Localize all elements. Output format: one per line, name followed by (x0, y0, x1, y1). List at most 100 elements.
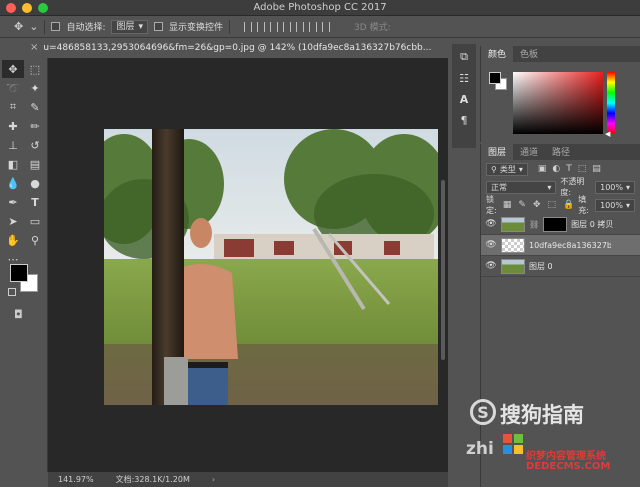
lock-pixels-icon[interactable]: ✎ (518, 200, 526, 210)
blur-tool-icon[interactable]: 💧 (2, 174, 24, 192)
foreground-color-swatch[interactable] (10, 264, 28, 282)
history-brush-tool-icon[interactable]: ↺ (24, 136, 46, 154)
layer-row[interactable]: 👁 ⛓ 图层 0 拷贝 (481, 214, 640, 235)
document-canvas[interactable] (104, 129, 438, 405)
divider (229, 19, 231, 34)
pixel-filter-icon[interactable]: ▣ (538, 164, 547, 174)
default-colors-icon[interactable] (8, 288, 16, 296)
document-tab-bar: × u=486858133,2953064696&fm=26&gp=0.jpg … (24, 37, 448, 58)
type-filter-icon[interactable]: T (566, 164, 572, 174)
options-bar: ✥ ⌄ 自动选择: 图层 ▾ 显示变换控件 3D 模式: (0, 16, 640, 38)
color-panel: 颜色 色板 ◀ (480, 45, 640, 142)
eraser-tool-icon[interactable]: ◧ (2, 155, 24, 173)
fill-field[interactable]: 100% ▾ (595, 198, 635, 212)
history-panel-icon[interactable]: ⧉ (460, 50, 468, 64)
canvas-area[interactable] (48, 58, 448, 472)
gradient-tool-icon[interactable]: ▤ (24, 155, 46, 173)
layer-name[interactable]: 10dfa9ec8a136327b7... (529, 241, 611, 250)
layer-thumbnail (501, 216, 525, 232)
dodge-tool-icon[interactable]: ● (24, 174, 46, 192)
show-transform-label: 显示变换控件 (169, 23, 224, 33)
title-bar: Adobe Photoshop CC 2017 (0, 0, 640, 16)
layer-filter-dropdown[interactable]: ⚲ 类型 ▾ (486, 162, 528, 176)
visibility-eye-icon[interactable]: 👁 (485, 219, 497, 229)
watermark-partial: zhi (466, 439, 494, 459)
document-tab[interactable]: × u=486858133,2953064696&fm=26&gp=0.jpg … (24, 37, 448, 58)
magic-wand-tool-icon[interactable]: ✦ (24, 79, 46, 97)
blend-mode-dropdown[interactable]: 正常 ▾ (486, 180, 557, 194)
distribute-icon[interactable] (322, 21, 331, 32)
auto-select-checkbox[interactable] (51, 22, 61, 31)
align-center-icon[interactable] (257, 21, 266, 32)
layer-row[interactable]: 👁 10dfa9ec8a136327b7... (481, 235, 640, 256)
healing-brush-tool-icon[interactable]: ✚ (2, 117, 24, 135)
properties-panel-icon[interactable]: ☷ (459, 72, 469, 85)
character-panel-icon[interactable]: A (460, 93, 469, 106)
align-middle-icon[interactable] (296, 21, 305, 32)
color-picker-field[interactable] (513, 72, 603, 134)
lock-artboard-icon[interactable]: ⬚ (547, 200, 556, 210)
search-icon: ⚲ (491, 164, 497, 174)
layer-row[interactable]: 👁 图层 0 (481, 256, 640, 277)
tab-layers[interactable]: 图层 (481, 143, 514, 160)
visibility-eye-icon[interactable]: 👁 (485, 261, 497, 271)
lock-transparent-icon[interactable]: ▦ (503, 200, 512, 210)
align-top-icon[interactable] (283, 21, 292, 32)
layer-mask-thumbnail[interactable] (543, 216, 568, 232)
tab-color[interactable]: 颜色 (481, 45, 514, 62)
auto-select-dropdown[interactable]: 图层 ▾ (111, 19, 149, 34)
blend-mode-value: 正常 (491, 182, 507, 192)
tab-channels[interactable]: 通道 (513, 143, 545, 160)
layer-thumbnail (501, 258, 525, 274)
show-transform-checkbox[interactable] (154, 22, 164, 31)
layer-name[interactable]: 图层 0 拷贝 (571, 219, 613, 230)
tab-paths[interactable]: 路径 (545, 143, 577, 160)
opacity-field[interactable]: 100% ▾ (595, 180, 635, 194)
lock-position-icon[interactable]: ✥ (533, 200, 541, 210)
chevron-down-icon: ▾ (625, 200, 630, 210)
adjustment-filter-icon[interactable]: ◐ (552, 164, 560, 174)
chevron-right-icon[interactable]: › (212, 475, 215, 484)
clone-stamp-tool-icon[interactable]: ⊥ (2, 136, 24, 154)
tab-swatches[interactable]: 色板 (513, 45, 545, 62)
watermark-site-name: 织梦内容管理系统 (526, 451, 606, 462)
color-swatches[interactable] (8, 264, 42, 296)
align-bottom-icon[interactable] (309, 21, 318, 32)
marquee-tool-icon[interactable]: ⬚ (24, 60, 46, 78)
rectangle-tool-icon[interactable]: ▭ (24, 212, 46, 230)
type-tool-icon[interactable]: T (24, 193, 46, 211)
close-icon[interactable]: × (30, 42, 38, 53)
layer-name[interactable]: 图层 0 (529, 261, 553, 272)
align-left-icon[interactable] (244, 21, 253, 32)
watermark: S 搜狗指南 zhi 织梦内容管理系统 DEDECMS.COM (466, 395, 640, 487)
eyedropper-tool-icon[interactable]: ✎ (24, 98, 46, 116)
move-tool-icon[interactable]: ✥ (2, 60, 24, 78)
paragraph-panel-icon[interactable]: ¶ (461, 114, 468, 127)
align-right-icon[interactable] (270, 21, 279, 32)
panel-icon-strip: ⧉ ☷ A ¶ (452, 44, 476, 148)
foreground-color-swatch[interactable] (489, 72, 501, 84)
visibility-eye-icon[interactable]: 👁 (485, 240, 497, 250)
lock-all-icon[interactable]: 🔒 (563, 200, 574, 210)
pen-tool-icon[interactable]: ✒ (2, 193, 24, 211)
chevron-down-icon[interactable]: ⌄ (29, 21, 38, 32)
path-selection-tool-icon[interactable]: ➤ (2, 212, 24, 230)
auto-select-label: 自动选择: (66, 23, 106, 33)
hue-slider[interactable] (607, 72, 615, 134)
smart-object-filter-icon[interactable]: ▤ (592, 164, 601, 174)
vertical-scrollbar[interactable] (441, 180, 445, 360)
brush-tool-icon[interactable]: ✏ (24, 117, 46, 135)
hand-tool-icon[interactable]: ✋ (2, 231, 24, 249)
crop-tool-icon[interactable]: ⌗ (2, 98, 24, 116)
shape-filter-icon[interactable]: ⬚ (578, 164, 587, 174)
filter-icons: ▣ ◐ T ⬚ ▤ (538, 164, 601, 174)
move-tool-icon[interactable]: ✥ (14, 21, 23, 32)
zoom-level[interactable]: 141.97% (58, 475, 94, 484)
link-icon[interactable]: ⛓ (529, 220, 539, 229)
quick-mask-icon[interactable]: ◘ (14, 308, 23, 321)
hue-marker-icon[interactable]: ◀ (605, 130, 610, 138)
lasso-tool-icon[interactable]: ➰ (2, 79, 24, 97)
zoom-tool-icon[interactable]: ⚲ (24, 231, 46, 249)
lock-row: 锁定: ▦ ✎ ✥ ⬚ 🔒 填充: 100% ▾ (481, 195, 640, 215)
chevron-down-icon: ▾ (625, 182, 630, 192)
